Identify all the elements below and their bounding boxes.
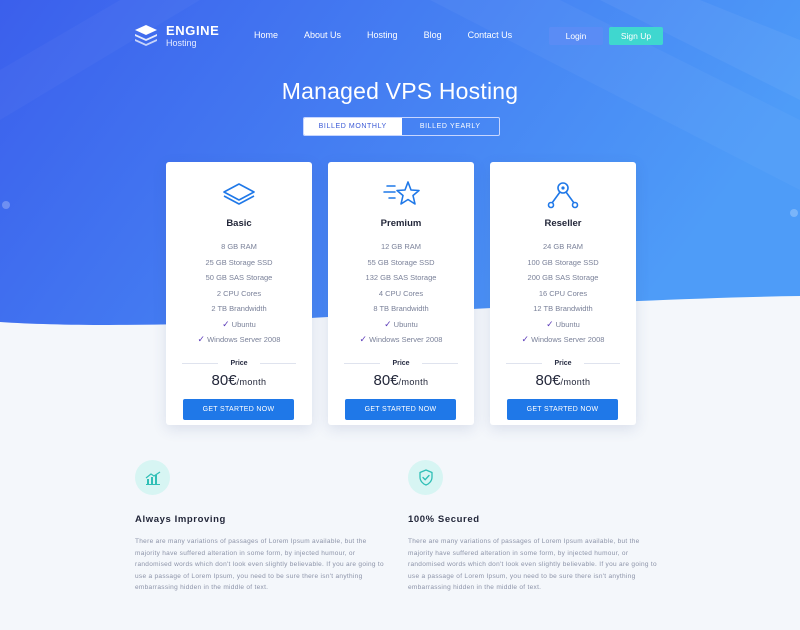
plan-name: Basic xyxy=(226,218,252,229)
list-item: ✓ Ubuntu xyxy=(328,317,474,333)
nav-home[interactable]: Home xyxy=(254,30,278,40)
feature-description: There are many variations of passages of… xyxy=(408,538,657,591)
header: ENGINE Hosting Home About Us Hosting Blo… xyxy=(0,0,800,70)
check-icon: ✓ xyxy=(384,318,392,329)
list-item: 24 GB RAM xyxy=(542,242,583,251)
plan-card-reseller: Reseller 24 GB RAM 100 GB Storage SSD 20… xyxy=(490,162,636,425)
price-period: /month xyxy=(236,377,267,387)
price-label: Price xyxy=(392,359,410,367)
check-icon: ✓ xyxy=(197,334,206,344)
logo[interactable]: ENGINE Hosting xyxy=(134,24,219,48)
get-started-button[interactable]: GET STARTED NOW xyxy=(507,399,618,420)
list-item: 12 GB RAM xyxy=(380,242,421,251)
list-item: ✓ Ubuntu xyxy=(166,317,312,333)
divider xyxy=(259,362,296,364)
list-item: 2 TB Brandwidth xyxy=(211,304,267,313)
plan-price: 80€/month xyxy=(490,372,636,389)
get-started-button[interactable]: GET STARTED NOW xyxy=(183,399,294,420)
divider xyxy=(182,362,219,364)
shield-check-icon xyxy=(418,469,433,486)
list-item: 4 CPU Cores xyxy=(378,288,424,298)
feature-100-secured: 100% Secured There are many variations o… xyxy=(408,460,663,594)
feature-icon-badge xyxy=(408,460,443,495)
plan-card-basic: Basic 8 GB RAM 25 GB Storage SSD 50 GB S… xyxy=(166,162,312,425)
feature-icon-badge xyxy=(135,460,170,495)
os-label: Ubuntu xyxy=(555,319,580,329)
logo-stack-icon xyxy=(135,25,157,46)
plan-features: 12 GB RAM 55 GB Storage SSD 132 GB SAS S… xyxy=(328,239,474,348)
price-period: /month xyxy=(560,377,591,387)
page-title: Managed VPS Hosting xyxy=(281,78,519,104)
brand-name: ENGINE xyxy=(166,23,220,38)
price-amount: 80€ xyxy=(373,372,399,389)
list-item: 12 TB Brandwidth xyxy=(533,304,593,313)
list-item: 16 CPU Cores xyxy=(538,288,588,298)
list-item: 132 GB SAS Storage xyxy=(365,273,437,282)
price-label: Price xyxy=(230,359,248,367)
billed-monthly-tab[interactable]: BILLED MONTHLY xyxy=(304,118,402,135)
nav-contact-us[interactable]: Contact Us xyxy=(468,30,513,40)
network-icon xyxy=(547,182,579,209)
layers-icon xyxy=(223,183,255,205)
divider xyxy=(344,362,381,364)
os-label: Ubuntu xyxy=(231,319,256,329)
plan-price: 80€/month xyxy=(166,372,312,389)
plan-price: 80€/month xyxy=(328,372,474,389)
plan-features: 24 GB RAM 100 GB Storage SSD 200 GB SAS … xyxy=(490,239,636,348)
list-item: ✓ Windows Server 2008 xyxy=(166,332,312,348)
check-icon: ✓ xyxy=(359,334,368,344)
feature-title: Always Improving xyxy=(135,514,226,525)
list-item: 200 GB SAS Storage xyxy=(527,273,599,282)
signup-button[interactable]: Sign Up xyxy=(609,27,663,45)
divider xyxy=(506,362,543,364)
get-started-button[interactable]: GET STARTED NOW xyxy=(345,399,456,420)
price-amount: 80€ xyxy=(211,372,237,389)
plan-name: Reseller xyxy=(544,218,582,229)
chart-icon xyxy=(145,471,160,485)
login-button[interactable]: Login xyxy=(549,27,603,45)
brand-subtitle: Hosting xyxy=(166,38,197,48)
check-icon: ✓ xyxy=(546,318,554,329)
list-item: ✓ Windows Server 2008 xyxy=(490,332,636,348)
list-item: 55 GB Storage SSD xyxy=(367,257,435,267)
list-item: 100 GB Storage SSD xyxy=(527,257,599,267)
plan-features: 8 GB RAM 25 GB Storage SSD 50 GB SAS Sto… xyxy=(166,239,312,348)
star-icon xyxy=(383,181,420,205)
feature-title: 100% Secured xyxy=(408,514,480,525)
feature-always-improving: Always Improving There are many variatio… xyxy=(135,460,390,594)
list-item: 8 TB Brandwidth xyxy=(373,304,429,313)
list-item: 50 GB SAS Storage xyxy=(205,273,273,282)
price-divider: Price xyxy=(344,358,458,368)
divider xyxy=(421,362,458,364)
price-divider: Price xyxy=(506,358,620,368)
list-item: 2 CPU Cores xyxy=(216,288,262,298)
price-label: Price xyxy=(554,359,572,367)
nav-blog[interactable]: Blog xyxy=(424,30,442,40)
os-label: Windows Server 2008 xyxy=(207,335,281,344)
check-icon: ✓ xyxy=(222,318,230,329)
os-label: Windows Server 2008 xyxy=(369,335,443,344)
price-period: /month xyxy=(398,377,429,387)
check-icon: ✓ xyxy=(521,334,530,344)
main-nav: Home About Us Hosting Blog Contact Us xyxy=(254,30,538,40)
price-divider: Price xyxy=(182,358,296,368)
feature-description: There are many variations of passages of… xyxy=(135,538,384,591)
os-label: Ubuntu xyxy=(393,319,418,329)
list-item: 25 GB Storage SSD xyxy=(205,257,273,267)
nav-hosting[interactable]: Hosting xyxy=(367,30,398,40)
billed-yearly-tab[interactable]: BILLED YEARLY xyxy=(402,118,500,135)
list-item: ✓ Ubuntu xyxy=(490,317,636,333)
os-label: Windows Server 2008 xyxy=(531,335,605,344)
list-item: 8 GB RAM xyxy=(221,242,257,251)
divider xyxy=(583,362,620,364)
nav-about-us[interactable]: About Us xyxy=(304,30,341,40)
price-amount: 80€ xyxy=(535,372,561,389)
plan-name: Premium xyxy=(380,218,422,229)
list-item: ✓ Windows Server 2008 xyxy=(328,332,474,348)
plan-card-premium: Premium 12 GB RAM 55 GB Storage SSD 132 … xyxy=(328,162,474,425)
billing-toggle: BILLED MONTHLY BILLED YEARLY xyxy=(303,117,500,136)
